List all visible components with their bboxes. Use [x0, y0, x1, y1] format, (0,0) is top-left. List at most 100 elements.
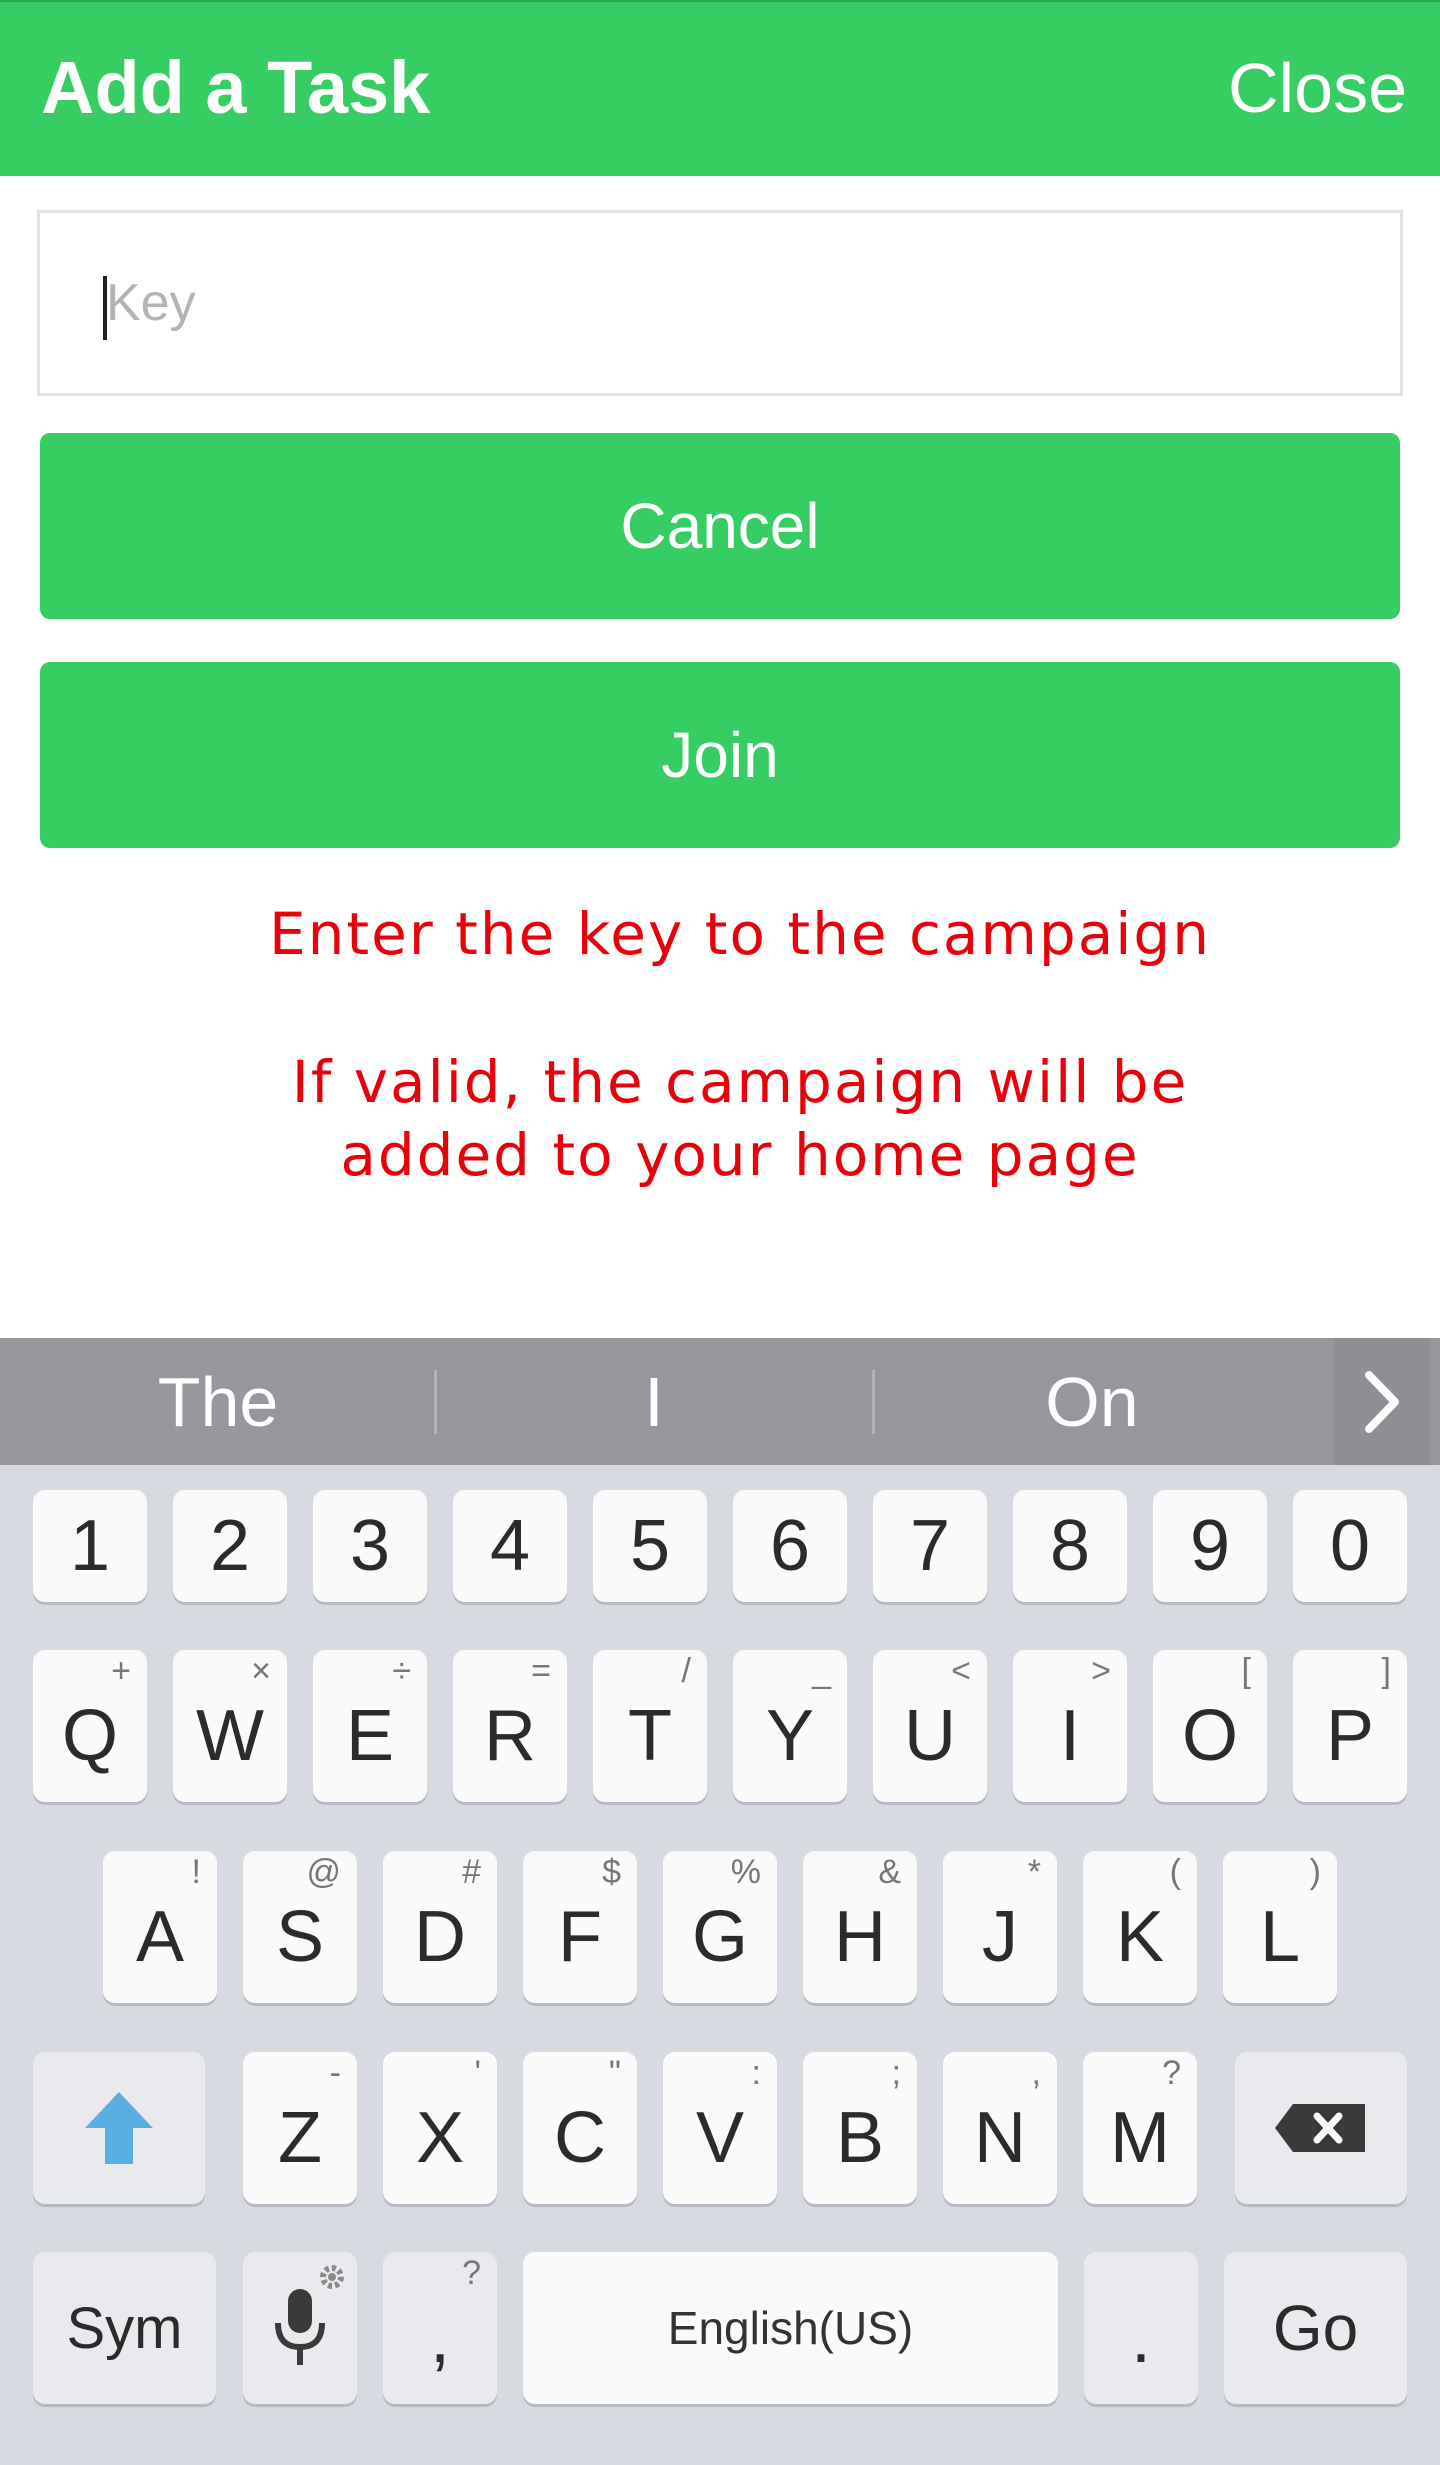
key-5[interactable]: 5	[593, 1490, 707, 1602]
key-c[interactable]: " C	[523, 2052, 637, 2204]
key-sub-label: $	[602, 1853, 621, 1891]
key-e[interactable]: ÷ E	[313, 1650, 427, 1802]
key-t[interactable]: / T	[593, 1650, 707, 1802]
go-key[interactable]: Go	[1224, 2252, 1407, 2404]
key-q[interactable]: + Q	[33, 1650, 147, 1802]
key-label: 4	[489, 1506, 531, 1586]
key-w[interactable]: × W	[173, 1650, 287, 1802]
key-label: Z	[278, 2098, 322, 2178]
key-x[interactable]: ' X	[383, 2052, 497, 2204]
chevron-right-icon[interactable]	[1334, 1338, 1430, 1465]
key-label: G	[691, 1897, 748, 1977]
key-j[interactable]: * J	[943, 1851, 1057, 2003]
key-label: L	[1259, 1897, 1301, 1977]
key-g[interactable]: % G	[663, 1851, 777, 2003]
suggestion-item[interactable]: On	[874, 1338, 1310, 1465]
help-text-valid: If valid, the campaign will be added to …	[20, 1046, 1440, 1192]
key-v[interactable]: :V	[663, 2052, 777, 2204]
key-l[interactable]: ) L	[1223, 1851, 1337, 2003]
key-m[interactable]: ? M	[1083, 2052, 1197, 2204]
key-label: 8	[1049, 1506, 1091, 1586]
text-cursor	[103, 276, 107, 340]
backspace-key[interactable]	[1235, 2052, 1407, 2204]
key-sub-label: ]	[1381, 1652, 1391, 1690]
key-sub-label: -	[329, 2054, 341, 2092]
key-6[interactable]: 6	[733, 1490, 847, 1602]
close-button[interactable]: Close	[1228, 42, 1407, 134]
key-sub-label: ,	[1031, 2054, 1041, 2092]
key-label: R	[484, 1696, 536, 1776]
key-label: H	[834, 1897, 886, 1977]
key-label: 3	[349, 1506, 391, 1586]
key-sub-label: !	[191, 1853, 201, 1891]
suggestion-bar: The I On	[0, 1338, 1440, 1465]
key-p[interactable]: ] P	[1293, 1650, 1407, 1802]
key-f[interactable]: $ F	[523, 1851, 637, 2003]
key-sub-label: ÷	[392, 1652, 411, 1690]
help-text-line: added to your home page	[340, 1121, 1140, 1189]
key-label: B	[835, 2098, 885, 2178]
period-key[interactable]: .	[1084, 2252, 1198, 2404]
comma-key[interactable]: ? ,	[383, 2252, 497, 2404]
cancel-button[interactable]: Cancel	[40, 433, 1400, 619]
key-n[interactable]: ,N	[943, 2052, 1057, 2204]
key-label: 5	[629, 1506, 671, 1586]
key-r[interactable]: = R	[453, 1650, 567, 1802]
key-input[interactable]	[37, 210, 1403, 396]
key-y[interactable]: _ Y	[733, 1650, 847, 1802]
key-7[interactable]: 7	[873, 1490, 987, 1602]
key-8[interactable]: 8	[1013, 1490, 1127, 1602]
backspace-icon	[1275, 2104, 1365, 2152]
key-sub-label: #	[462, 1853, 481, 1891]
space-bar[interactable]: English(US)	[523, 2252, 1058, 2404]
key-0[interactable]: 0	[1293, 1490, 1407, 1602]
page-title: Add a Task	[41, 46, 431, 129]
suggestion-item[interactable]: I	[436, 1338, 872, 1465]
key-u[interactable]: < U	[873, 1650, 987, 1802]
help-text-enter-key: Enter the key to the campaign	[269, 900, 1211, 968]
key-b[interactable]: ; B	[803, 2052, 917, 2204]
key-sub-label: )	[1309, 1853, 1321, 1891]
key-2[interactable]: 2	[173, 1490, 287, 1602]
join-button[interactable]: Join	[40, 662, 1400, 848]
shift-arrow-icon	[85, 2092, 153, 2164]
key-9[interactable]: 9	[1153, 1490, 1267, 1602]
sym-key[interactable]: Sym	[33, 2252, 216, 2404]
key-sub-label: %	[730, 1853, 761, 1891]
microphone-icon	[275, 2289, 325, 2365]
voice-input-key[interactable]	[243, 2252, 357, 2404]
key-4[interactable]: 4	[453, 1490, 567, 1602]
key-1[interactable]: 1	[33, 1490, 147, 1602]
keyboard-language-label: English(US)	[667, 2302, 914, 2354]
key-label: I	[1059, 1696, 1080, 1776]
key-sub-label: [	[1241, 1652, 1251, 1690]
key-sub-label: @	[306, 1853, 341, 1891]
key-label: 9	[1189, 1506, 1231, 1586]
key-k[interactable]: (K	[1083, 1851, 1197, 2003]
key-o[interactable]: [O	[1153, 1650, 1267, 1802]
key-h[interactable]: & H	[803, 1851, 917, 2003]
key-label: J	[982, 1897, 1018, 1977]
key-sub-label: ×	[251, 1652, 271, 1690]
key-a[interactable]: ! A	[103, 1851, 217, 2003]
key-label: W	[196, 1696, 264, 1776]
soft-keyboard: 1234567890 + Q × W ÷ E = R / T _ Y < U > I[O] P ! A @ S # D $ F…	[0, 1465, 1440, 2465]
key-sub-label: =	[531, 1652, 551, 1690]
help-text-line: If valid, the campaign will be	[291, 1048, 1189, 1116]
key-sub-label: ?	[1162, 2054, 1181, 2092]
key-label: M	[1110, 2098, 1170, 2178]
key-i[interactable]: > I	[1013, 1650, 1127, 1802]
shift-key[interactable]	[33, 2052, 205, 2204]
key-d[interactable]: # D	[383, 1851, 497, 2003]
key-z[interactable]: -Z	[243, 2052, 357, 2204]
key-sub-label: "	[608, 2054, 621, 2092]
key-label: E	[345, 1696, 395, 1776]
key-3[interactable]: 3	[313, 1490, 427, 1602]
key-sub-label: :	[751, 2054, 761, 2092]
key-sub-label: <	[951, 1652, 971, 1690]
key-label: V	[695, 2098, 745, 2178]
key-s[interactable]: @ S	[243, 1851, 357, 2003]
key-label: K	[1115, 1897, 1165, 1977]
key-label: Q	[61, 1696, 118, 1776]
suggestion-item[interactable]: The	[0, 1338, 436, 1465]
